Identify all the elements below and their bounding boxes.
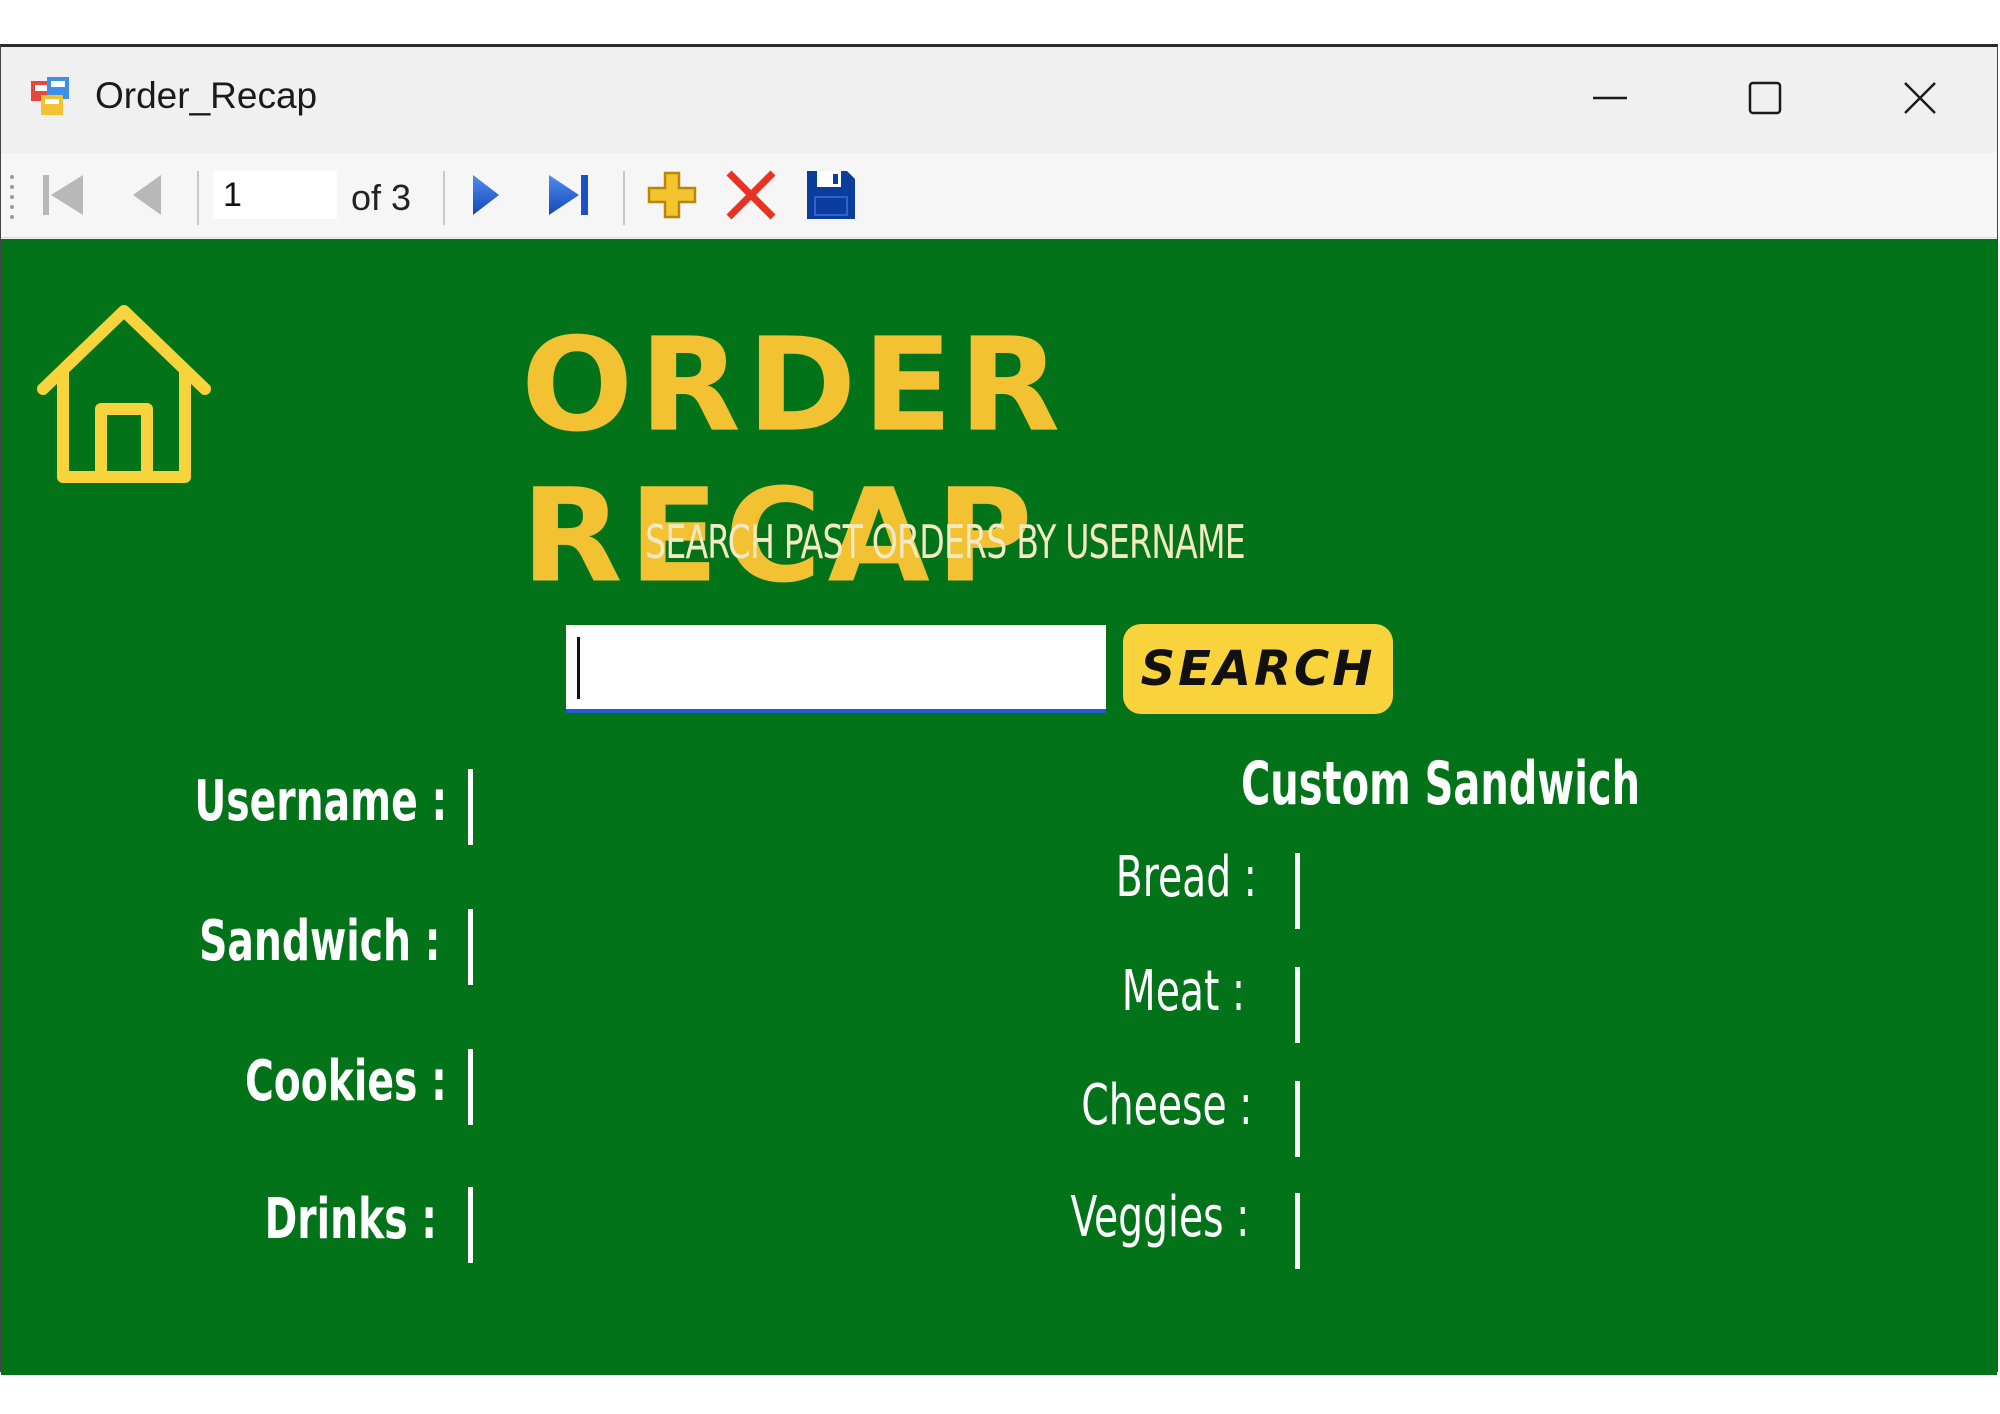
order-recap-form: ORDER RECAP SEARCH PAST ORDERS BY USERNA… — [1, 239, 1997, 1375]
app-form-icon — [29, 75, 71, 117]
add-new-icon — [647, 171, 697, 219]
maximize-icon — [1748, 81, 1782, 115]
drinks-label: Drinks : — [264, 1187, 437, 1252]
cheese-value-field — [1295, 1081, 1300, 1157]
username-label: Username : — [194, 769, 447, 834]
drinks-value-field — [468, 1187, 473, 1263]
close-icon — [1904, 82, 1936, 114]
minimize-button[interactable] — [1555, 65, 1665, 129]
move-next-button[interactable] — [463, 167, 507, 223]
veggies-value-field — [1295, 1193, 1300, 1269]
move-first-icon — [43, 175, 83, 215]
home-button[interactable] — [29, 297, 219, 489]
move-previous-icon — [133, 175, 161, 215]
bread-label: Bread : — [1115, 845, 1257, 910]
move-next-icon — [473, 175, 499, 215]
record-count-label: of 3 — [351, 177, 412, 218]
move-last-icon — [549, 175, 588, 215]
move-last-button[interactable] — [543, 167, 597, 223]
bread-value-field — [1295, 853, 1300, 929]
search-instructions: SEARCH PAST ORDERS BY USERNAME — [645, 515, 1246, 569]
move-first-button[interactable] — [37, 167, 91, 223]
home-icon — [37, 305, 211, 483]
delete-icon — [726, 170, 776, 220]
order-recap-window: Order_Recap 1 of 3 ORDER RECAP SEARCH PA… — [0, 44, 1998, 1375]
toolbar-separator — [197, 171, 199, 225]
custom-sandwich-heading: Custom Sandwich — [1241, 749, 1641, 819]
close-button[interactable] — [1865, 65, 1975, 129]
move-previous-button[interactable] — [125, 167, 169, 223]
toolbar-separator — [443, 171, 445, 225]
save-icon — [807, 171, 855, 219]
delete-button[interactable] — [723, 167, 779, 223]
veggies-label: Veggies : — [1070, 1185, 1249, 1250]
title-bar[interactable]: Order_Recap — [1, 47, 1997, 147]
binding-navigator-toolbar: of 3 — [1, 153, 1997, 238]
toolbar-grip-icon[interactable] — [9, 173, 15, 219]
meat-value-field — [1295, 967, 1300, 1043]
username-value-field — [468, 769, 473, 845]
save-button[interactable] — [803, 167, 859, 223]
meat-label: Meat : — [1121, 959, 1245, 1024]
cookies-label: Cookies : — [245, 1049, 447, 1114]
cheese-label: Cheese : — [1080, 1073, 1252, 1138]
maximize-button[interactable] — [1710, 65, 1820, 129]
username-search-input[interactable] — [566, 625, 1106, 713]
minimize-icon — [1593, 96, 1627, 100]
add-new-button[interactable] — [643, 167, 701, 223]
toolbar-separator — [623, 171, 625, 225]
position-input[interactable] — [213, 171, 337, 219]
cookies-value-field — [468, 1049, 473, 1125]
window-title: Order_Recap — [95, 75, 318, 116]
search-button[interactable]: SEARCH — [1123, 624, 1393, 714]
sandwich-value-field — [468, 909, 473, 985]
text-caret — [577, 637, 580, 699]
sandwich-label: Sandwich : — [198, 909, 440, 974]
